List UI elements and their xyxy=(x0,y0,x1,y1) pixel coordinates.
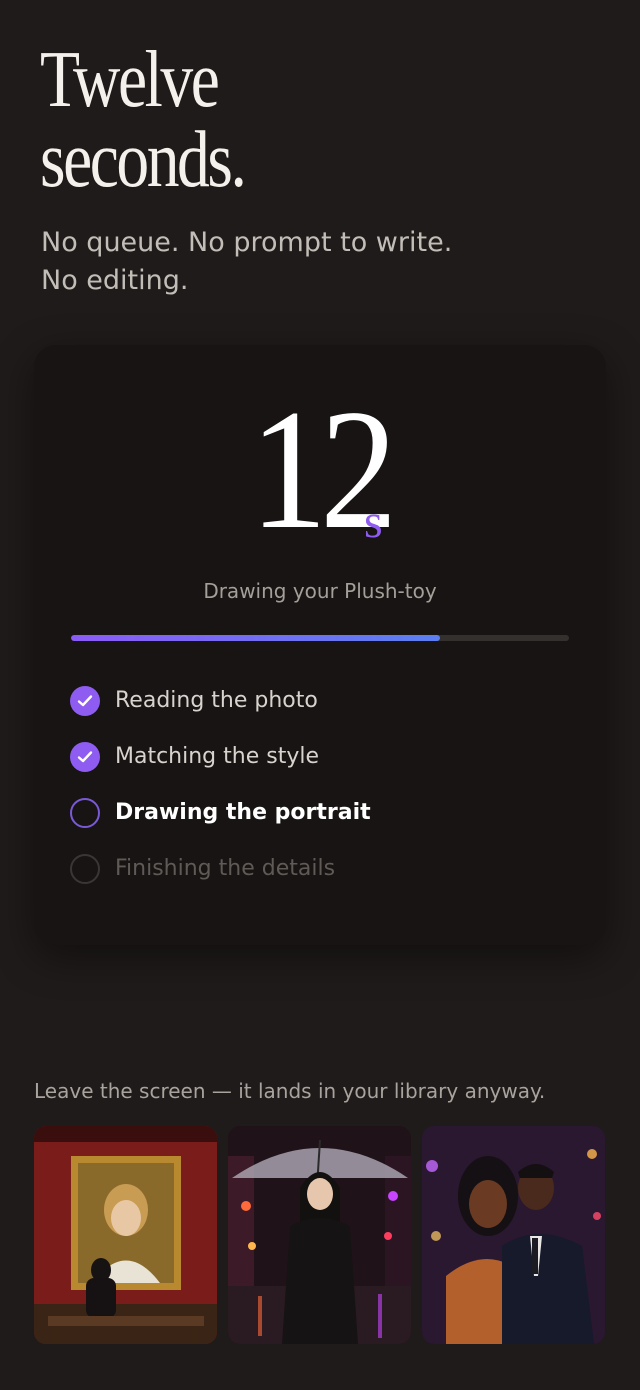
step-label: Drawing the portrait xyxy=(115,800,371,825)
page-title: Twelve seconds. xyxy=(40,36,247,204)
countdown-timer: 12 s xyxy=(34,384,606,556)
checkmark-icon xyxy=(70,686,100,716)
example-gallery xyxy=(34,1126,606,1344)
library-note: Leave the screen — it lands in your libr… xyxy=(34,1079,546,1103)
step-label: Reading the photo xyxy=(115,688,318,713)
rainy-street-umbrella-image[interactable] xyxy=(228,1126,411,1344)
step-label: Finishing the details xyxy=(115,856,336,881)
status-text: Drawing your Plush-toy xyxy=(203,579,437,603)
subtitle-line-2: No editing. xyxy=(41,265,189,296)
gallery-portrait-image[interactable] xyxy=(34,1126,217,1344)
active-circle-icon xyxy=(70,798,100,828)
pending-circle-icon xyxy=(70,854,100,884)
couple-evening-image[interactable] xyxy=(422,1126,605,1344)
step-label: Matching the style xyxy=(115,744,319,769)
progress-bar-fill xyxy=(71,635,440,641)
progress-bar xyxy=(71,635,569,641)
subtitle: No queue. No prompt to write. No editing… xyxy=(41,224,601,300)
timer-unit: s xyxy=(364,495,383,548)
title-line-2: seconds. xyxy=(40,116,247,204)
subtitle-line-1: No queue. No prompt to write. xyxy=(41,227,453,258)
title-line-1: Twelve xyxy=(40,36,220,124)
generation-progress-card: 12 s Drawing your Plush-toy Reading the … xyxy=(34,345,606,945)
checkmark-icon xyxy=(70,742,100,772)
